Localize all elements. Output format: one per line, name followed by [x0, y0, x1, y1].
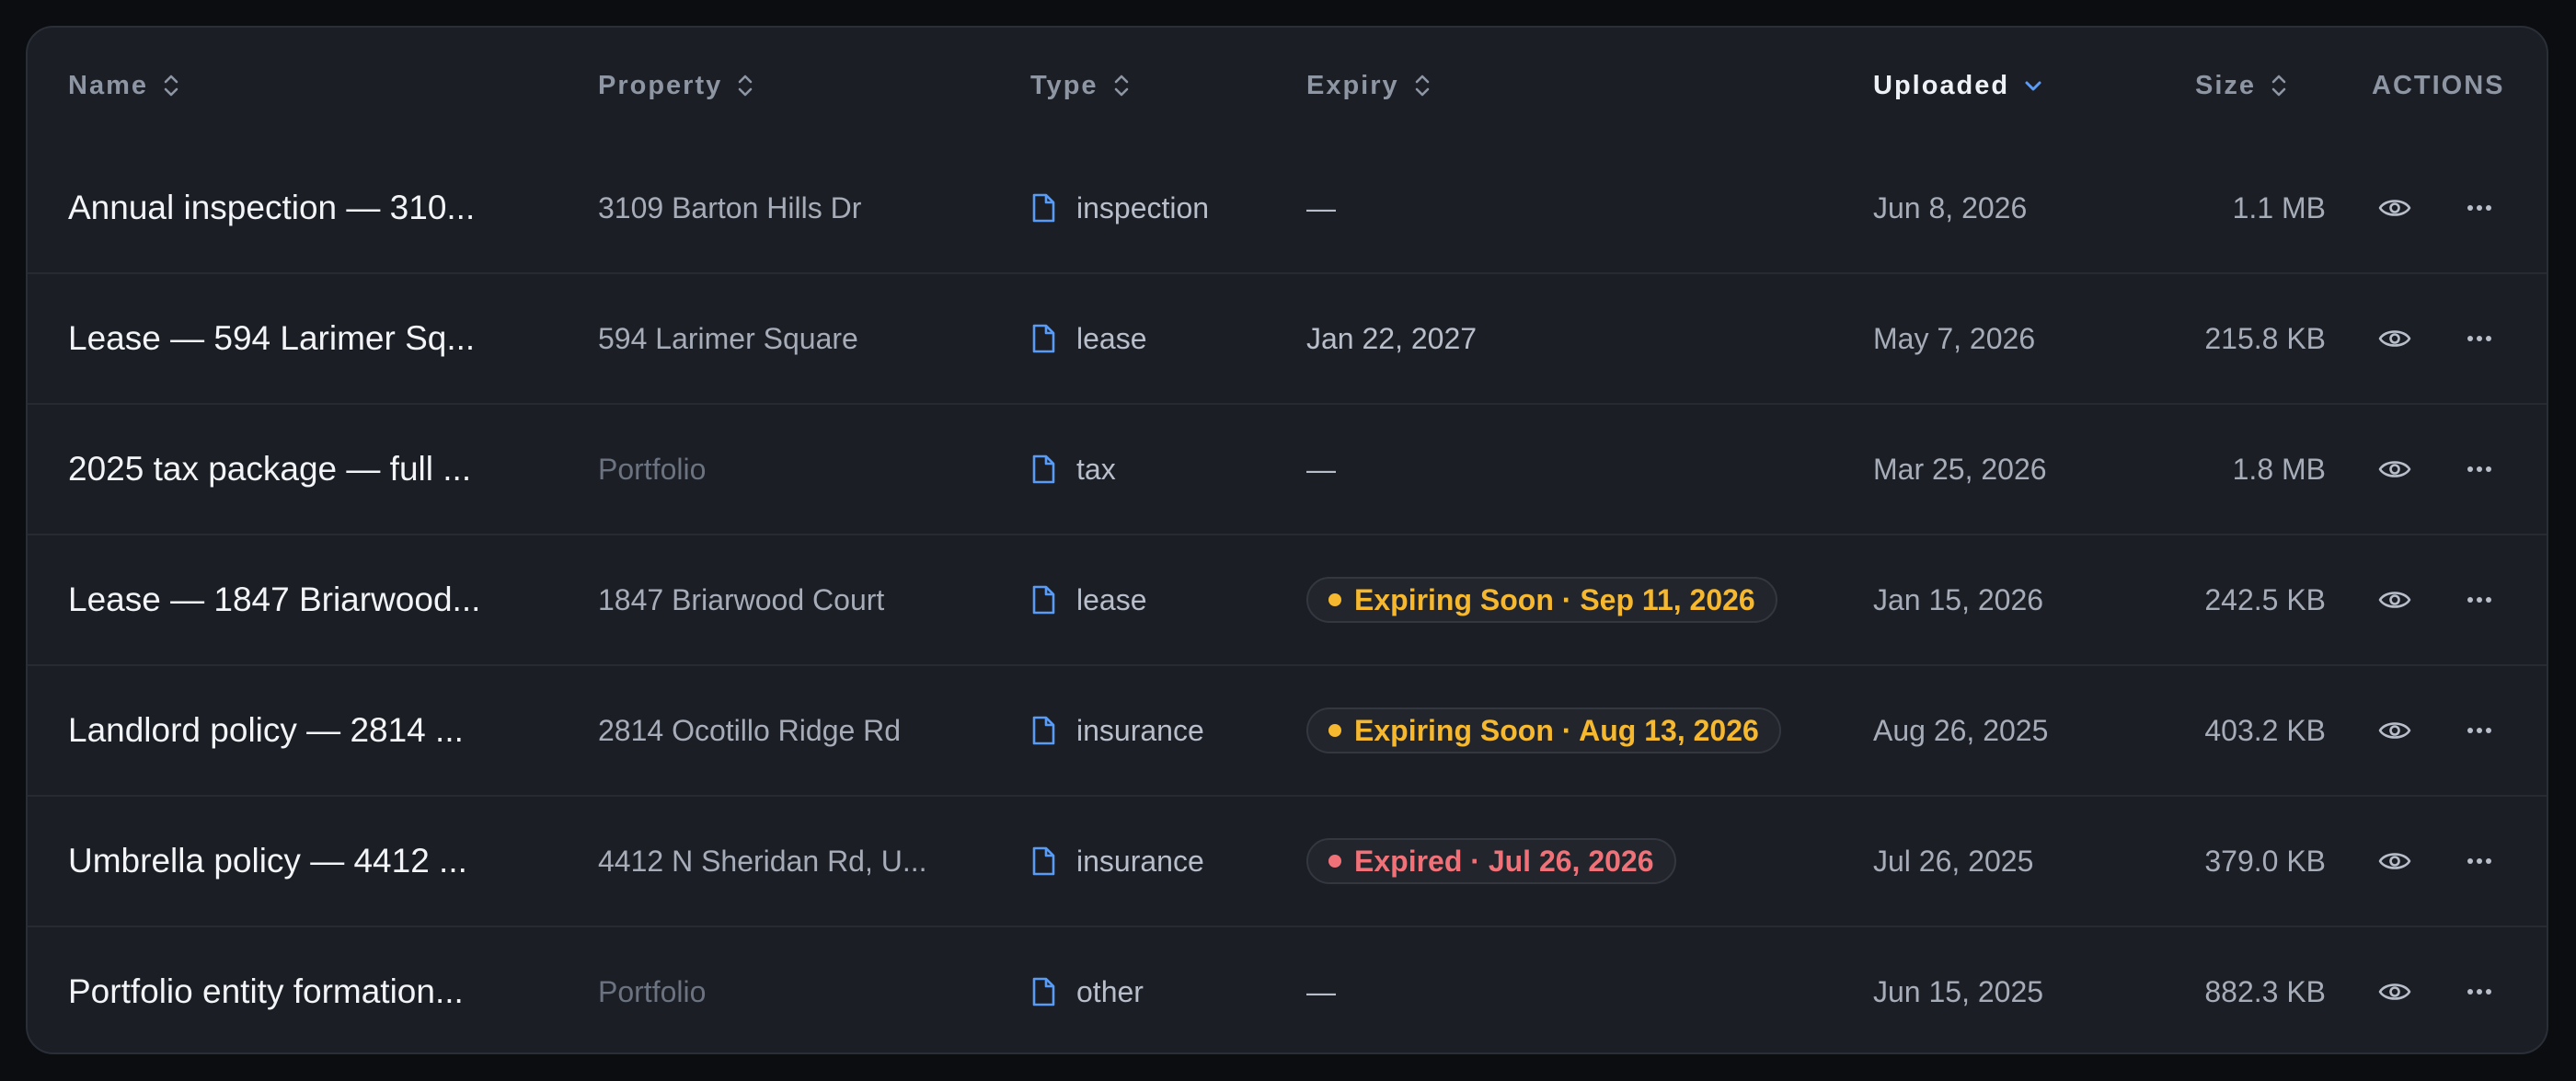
property-name: 2814 Ocotillo Ridge Rd: [598, 713, 902, 747]
column-header-property[interactable]: Property: [598, 28, 755, 144]
expiring-soon-badge: Expiring Soon · Sep 11, 2026: [1306, 577, 1777, 623]
column-header-uploaded[interactable]: Uploaded: [1873, 28, 2044, 144]
document-type: lease: [1030, 274, 1270, 403]
property-name: Portfolio: [598, 452, 707, 486]
document-name[interactable]: Umbrella policy — 4412 ...: [68, 797, 546, 926]
file-size: 379.0 KB: [2204, 844, 2326, 878]
document-name[interactable]: Landlord policy — 2814 ...: [68, 666, 546, 795]
view-eye-icon[interactable]: [2372, 969, 2418, 1015]
table-body: Annual inspection — 310... 3109 Barton H…: [28, 144, 2547, 1052]
more-options-icon[interactable]: [2456, 185, 2502, 231]
expiry-value: Jan 22, 2027: [1306, 321, 1478, 355]
document-name[interactable]: Lease — 1847 Briarwood...: [68, 535, 546, 664]
document-type: inspection: [1030, 144, 1270, 272]
expiry-cell: Expired · Jul 26, 2026: [1306, 797, 1858, 926]
document-icon: [1030, 454, 1056, 485]
uploaded-date: Jun 8, 2026: [1873, 190, 2028, 224]
sort-updown-icon: [161, 72, 181, 99]
property-name: 4412 N Sheridan Rd, U...: [598, 844, 927, 878]
row-actions: [2355, 274, 2530, 403]
view-eye-icon[interactable]: [2372, 707, 2418, 753]
table-header: Name Property Type Expiry Uploaded Size …: [28, 28, 2547, 144]
document-icon: [1030, 323, 1056, 354]
property-name: Portfolio: [598, 974, 707, 1008]
document-name[interactable]: Portfolio entity formation...: [68, 927, 546, 1052]
column-header-name[interactable]: Name: [68, 28, 181, 144]
sort-updown-icon: [1111, 72, 1132, 99]
uploaded-date: Aug 26, 2025: [1873, 713, 2049, 747]
sort-updown-icon: [2269, 72, 2289, 99]
column-header-actions: ACTIONS: [2372, 70, 2505, 100]
property-name: 1847 Briarwood Court: [598, 582, 885, 616]
expiring-soon-badge: Expiring Soon · Aug 13, 2026: [1306, 707, 1781, 753]
column-header-size[interactable]: Size: [2195, 28, 2289, 144]
expiry-value: —: [1306, 974, 1336, 1008]
documents-table: Name Property Type Expiry Uploaded Size …: [26, 26, 2548, 1054]
table-row[interactable]: Portfolio entity formation... Portfolio …: [28, 926, 2547, 1052]
table-row[interactable]: Lease — 594 Larimer Sq... 594 Larimer Sq…: [28, 272, 2547, 403]
warning-dot-icon: [1328, 724, 1341, 737]
uploaded-date: Jun 15, 2025: [1873, 974, 2044, 1008]
expired-badge: Expired · Jul 26, 2026: [1306, 838, 1676, 884]
more-options-icon[interactable]: [2456, 316, 2502, 362]
document-name[interactable]: 2025 tax package — full ...: [68, 405, 546, 534]
row-actions: [2355, 405, 2530, 534]
row-actions: [2355, 666, 2530, 795]
document-name[interactable]: Lease — 594 Larimer Sq...: [68, 274, 546, 403]
uploaded-date: May 7, 2026: [1873, 321, 2036, 355]
document-name[interactable]: Annual inspection — 310...: [68, 144, 546, 272]
document-type: insurance: [1030, 666, 1270, 795]
document-icon: [1030, 715, 1056, 746]
more-options-icon[interactable]: [2456, 838, 2502, 884]
table-row[interactable]: Landlord policy — 2814 ... 2814 Ocotillo…: [28, 664, 2547, 795]
view-eye-icon[interactable]: [2372, 446, 2418, 492]
uploaded-date: Jan 15, 2026: [1873, 582, 2044, 616]
table-row[interactable]: Umbrella policy — 4412 ... 4412 N Sherid…: [28, 795, 2547, 926]
row-actions: [2355, 797, 2530, 926]
document-type: tax: [1030, 405, 1270, 534]
view-eye-icon[interactable]: [2372, 316, 2418, 362]
view-eye-icon[interactable]: [2372, 838, 2418, 884]
file-size: 1.8 MB: [2232, 452, 2326, 486]
document-icon: [1030, 584, 1056, 615]
document-type: lease: [1030, 535, 1270, 664]
property-name: 594 Larimer Square: [598, 321, 858, 355]
more-options-icon[interactable]: [2456, 969, 2502, 1015]
uploaded-date: Jul 26, 2025: [1873, 844, 2034, 878]
view-eye-icon[interactable]: [2372, 185, 2418, 231]
row-actions: [2355, 927, 2530, 1052]
expiry-cell: Expiring Soon · Sep 11, 2026: [1306, 535, 1858, 664]
view-eye-icon[interactable]: [2372, 577, 2418, 623]
file-size: 403.2 KB: [2204, 713, 2326, 747]
expiry-cell: Expiring Soon · Aug 13, 2026: [1306, 666, 1858, 795]
document-icon: [1030, 976, 1056, 1007]
chevron-down-icon: [2022, 72, 2044, 99]
document-type: insurance: [1030, 797, 1270, 926]
sort-updown-icon: [1412, 72, 1432, 99]
uploaded-date: Mar 25, 2026: [1873, 452, 2047, 486]
danger-dot-icon: [1328, 855, 1341, 868]
more-options-icon[interactable]: [2456, 577, 2502, 623]
sort-updown-icon: [735, 72, 755, 99]
row-actions: [2355, 144, 2530, 272]
more-options-icon[interactable]: [2456, 446, 2502, 492]
column-header-expiry[interactable]: Expiry: [1306, 28, 1432, 144]
file-size: 215.8 KB: [2204, 321, 2326, 355]
expiry-value: —: [1306, 452, 1336, 486]
document-icon: [1030, 192, 1056, 224]
table-row[interactable]: Annual inspection — 310... 3109 Barton H…: [28, 144, 2547, 272]
warning-dot-icon: [1328, 593, 1341, 606]
document-icon: [1030, 845, 1056, 877]
table-row[interactable]: 2025 tax package — full ... Portfolio ta…: [28, 403, 2547, 534]
file-size: 882.3 KB: [2204, 974, 2326, 1008]
file-size: 242.5 KB: [2204, 582, 2326, 616]
more-options-icon[interactable]: [2456, 707, 2502, 753]
file-size: 1.1 MB: [2232, 190, 2326, 224]
table-row[interactable]: Lease — 1847 Briarwood... 1847 Briarwood…: [28, 534, 2547, 664]
expiry-value: —: [1306, 190, 1336, 224]
column-header-type[interactable]: Type: [1030, 28, 1132, 144]
row-actions: [2355, 535, 2530, 664]
property-name: 3109 Barton Hills Dr: [598, 190, 862, 224]
document-type: other: [1030, 927, 1270, 1052]
